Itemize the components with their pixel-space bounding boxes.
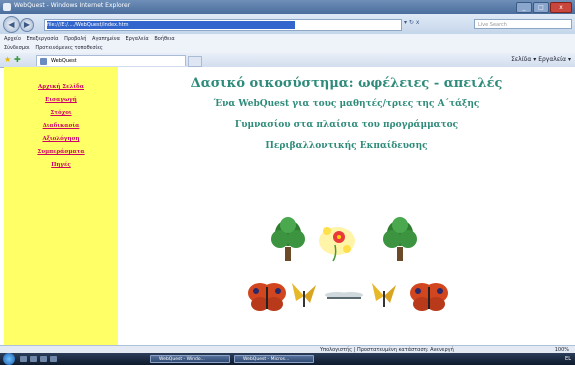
- menu-tools[interactable]: Εργαλεία: [125, 36, 148, 42]
- links-bar: Σύνδεσμοι Προτεινόμενες τοποθεσίες: [0, 44, 575, 53]
- minimize-button[interactable]: _: [516, 2, 532, 13]
- window-title: WebQuest - Windows Internet Explorer: [14, 2, 131, 9]
- quicklaunch-icon-1[interactable]: [20, 356, 27, 362]
- address-bar: ◀ ▶ file:///E:/..../WebQuest/index.htm ▾…: [0, 14, 575, 34]
- quicklaunch-icon-2[interactable]: [30, 356, 37, 362]
- menu-edit[interactable]: Επεξεργασία: [27, 36, 59, 42]
- tree-image-right: [383, 217, 417, 261]
- system-tray[interactable]: EL: [565, 355, 571, 363]
- forward-button[interactable]: ▶: [20, 18, 34, 32]
- butterfly-image-4: [410, 283, 448, 311]
- search-input[interactable]: Live Search: [474, 19, 572, 29]
- favorites-star-icon[interactable]: ★: [4, 55, 11, 64]
- title-bar: WebQuest - Windows Internet Explorer _ □…: [0, 0, 575, 14]
- links-label: Σύνδεσμοι: [4, 45, 30, 51]
- nav-link-evaluation[interactable]: Αξιολόγηση: [4, 136, 118, 142]
- nav-link-conclusions[interactable]: Συμπεράσματα: [4, 149, 118, 155]
- subtitle-line-2: Γυμνασίου στα πλαίσια του προγράμματος: [234, 120, 459, 130]
- new-tab-button[interactable]: [188, 56, 202, 67]
- window-controls: _ □ x: [516, 2, 572, 13]
- tab-webquest[interactable]: WebQuest: [36, 55, 186, 66]
- maximize-button[interactable]: □: [533, 2, 549, 13]
- close-button[interactable]: x: [550, 2, 572, 13]
- nav-link-sources[interactable]: Πηγές: [4, 162, 118, 168]
- sidebar-nav: Αρχική Σελίδα Εισαγωγή Στόχοι Διαδικασία…: [4, 67, 118, 345]
- menu-file[interactable]: Αρχείο: [4, 36, 21, 42]
- nav-link-home[interactable]: Αρχική Σελίδα: [4, 84, 118, 90]
- butterfly-image-1: [248, 283, 286, 311]
- back-button[interactable]: ◀: [3, 16, 20, 33]
- url-input[interactable]: file:///E:/..../WebQuest/index.htm: [44, 19, 402, 31]
- refresh-stop-controls[interactable]: ▾ ↻ x: [404, 19, 419, 26]
- main-content: Δασικό οικοσύστημα: ωφέλειες - απειλές Έ…: [118, 67, 575, 345]
- subtitle-line-1: Ένα WebQuest για τους μαθητές/τριες της …: [213, 99, 480, 109]
- suggested-sites-link[interactable]: Προτεινόμενες τοποθεσίες: [35, 45, 103, 51]
- dragonfly-image: [325, 292, 363, 299]
- quicklaunch-icon-4[interactable]: [50, 356, 57, 362]
- nav-link-goals[interactable]: Στόχοι: [4, 110, 118, 116]
- nav-link-process[interactable]: Διαδικασία: [4, 123, 118, 129]
- command-bar[interactable]: Σελίδα ▾ Εργαλεία ▾: [511, 56, 571, 63]
- taskbar: WebQuest - Windo... WebQuest - Micros...…: [0, 353, 575, 365]
- butterfly-image-2: [292, 283, 316, 307]
- url-text: file:///E:/..../WebQuest/index.htm: [47, 21, 295, 29]
- menu-bar: Αρχείο Επεξεργασία Προβολή Αγαπημένα Εργ…: [0, 34, 575, 44]
- nav-link-introduction[interactable]: Εισαγωγή: [4, 97, 118, 103]
- tab-bar: ★ ✚ WebQuest Σελίδα ▾ Εργαλεία ▾: [0, 53, 575, 68]
- menu-view[interactable]: Προβολή: [64, 36, 86, 42]
- add-favorites-icon[interactable]: ✚: [14, 55, 21, 64]
- menu-help[interactable]: Βοήθεια: [154, 36, 174, 42]
- start-button[interactable]: [3, 353, 15, 365]
- tab-label: WebQuest: [51, 58, 77, 64]
- flowers-image: [319, 227, 355, 262]
- page-title: Δασικό οικοσύστημα: ωφέλειες - απειλές: [190, 76, 503, 91]
- taskbar-item-word[interactable]: WebQuest - Micros...: [234, 355, 314, 363]
- taskbar-item-ie[interactable]: WebQuest - Windo...: [150, 355, 230, 363]
- subtitle-line-3: Περιβαλλοντικής Εκπαίδευσης: [265, 141, 428, 151]
- ie-icon: [3, 3, 11, 11]
- menu-favorites[interactable]: Αγαπημένα: [92, 36, 120, 42]
- butterfly-image-3: [372, 283, 396, 307]
- quicklaunch-icon-3[interactable]: [40, 356, 47, 362]
- tree-image-left: [271, 217, 305, 261]
- page-icon: [40, 58, 47, 65]
